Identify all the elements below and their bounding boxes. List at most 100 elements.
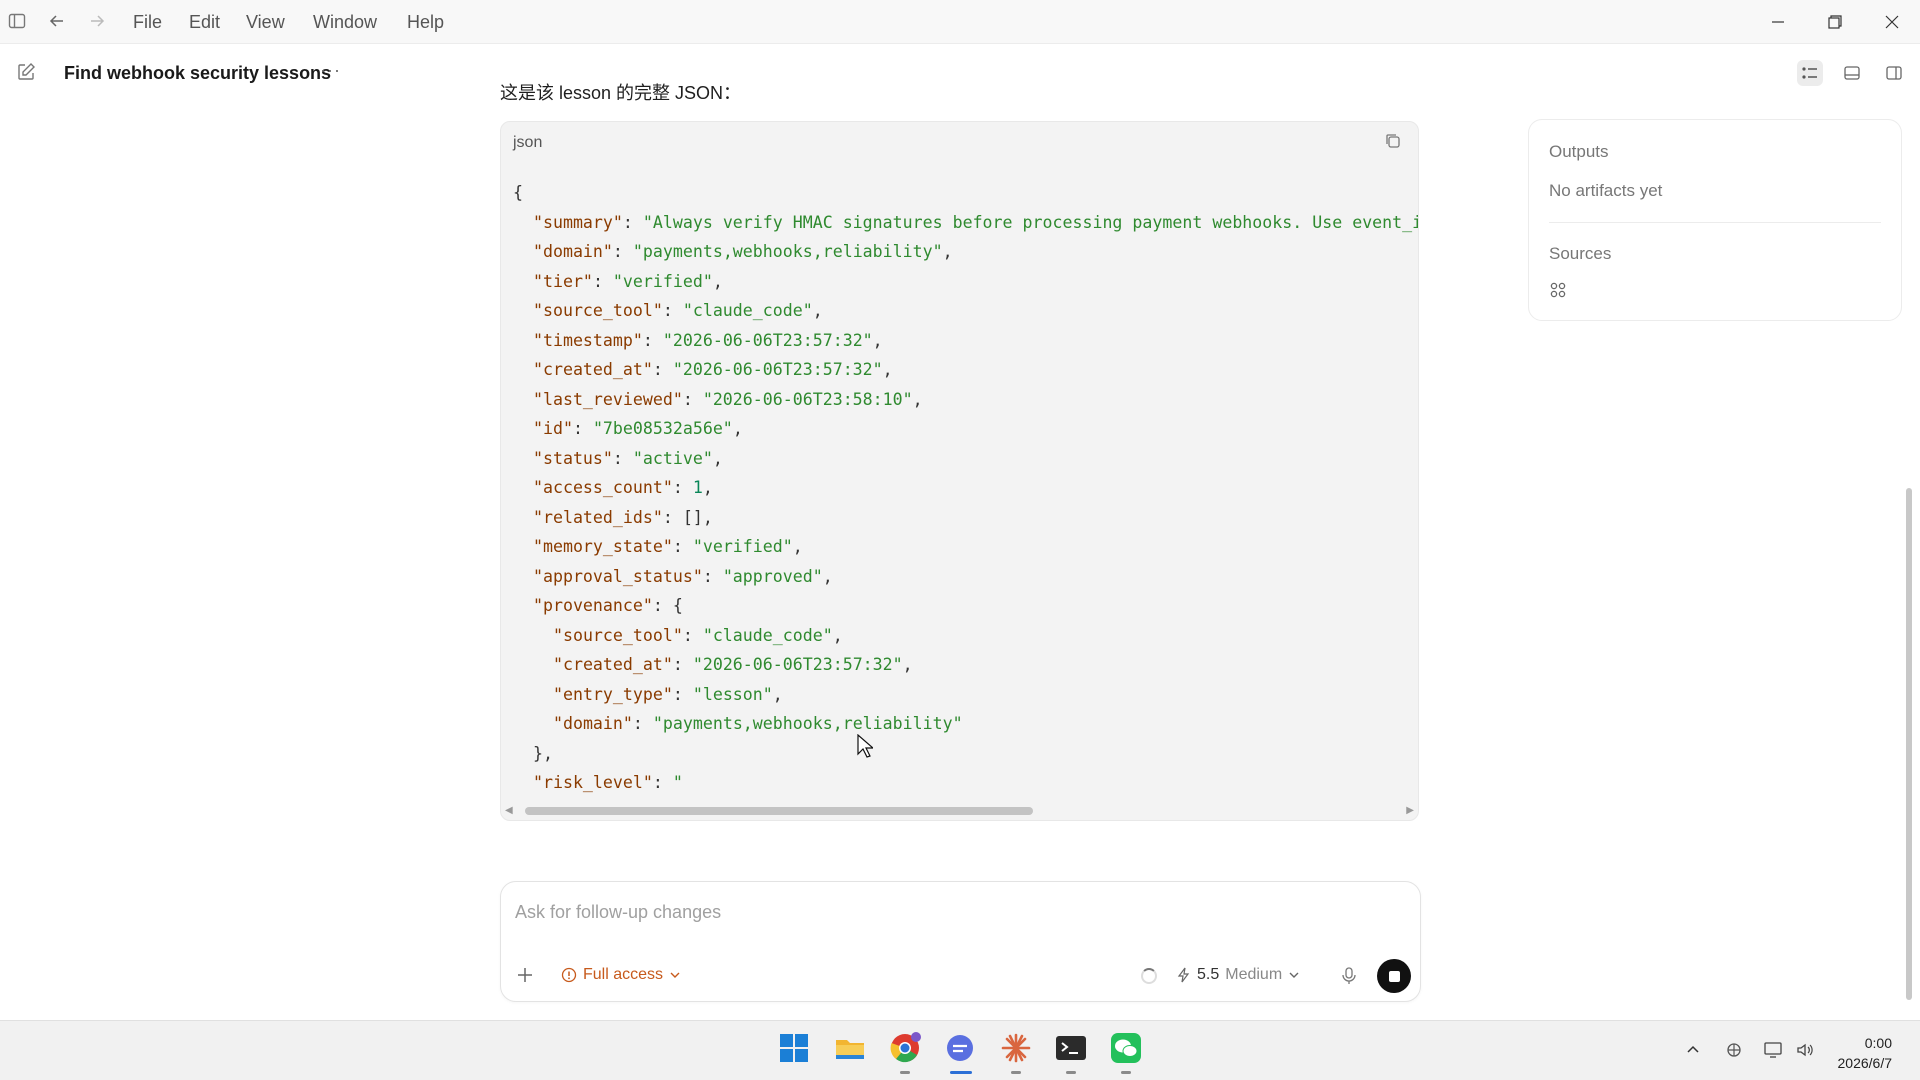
file-explorer-icon[interactable] <box>833 1031 867 1065</box>
running-indicator <box>1011 1071 1021 1074</box>
code-token: : <box>662 301 683 320</box>
code-token: "tier" <box>532 271 593 291</box>
code-language-label: json <box>513 134 543 151</box>
add-attachment-button[interactable] <box>515 964 535 992</box>
menu-view[interactable]: View <box>246 12 285 33</box>
code-token: "verified" <box>692 537 793 556</box>
model-effort: Medium <box>1225 966 1283 983</box>
bottom-panel-icon[interactable] <box>1839 60 1865 86</box>
code-line: "related_ids": [], <box>513 503 1418 533</box>
code-token: "2026-06-06T23:57:32" <box>662 330 873 350</box>
code-line: "summary": "Always verify HMAC signature… <box>513 208 1418 238</box>
divider <box>1549 222 1881 223</box>
warning-circle-icon <box>561 967 577 983</box>
code-line: "timestamp": "2026-06-06T23:57:32", <box>513 326 1418 356</box>
full-access-button[interactable]: Full access <box>561 966 681 984</box>
sources-label: Sources <box>1549 244 1612 263</box>
code-token: "created_at" <box>532 360 653 379</box>
chrome-icon[interactable] <box>888 1031 922 1065</box>
microphone-icon[interactable] <box>1339 966 1359 986</box>
menu-file[interactable]: File <box>133 12 162 33</box>
list-view-icon[interactable] <box>1797 60 1823 86</box>
scrollbar-thumb[interactable] <box>525 807 1033 815</box>
page-scrollbar[interactable] <box>1906 488 1912 1000</box>
clock-time: 0:00 <box>1864 1035 1892 1051</box>
code-token: : <box>622 212 643 232</box>
code-token: "Always verify HMAC signatures before pr… <box>642 212 1418 232</box>
chat-app-icon[interactable] <box>943 1031 977 1065</box>
sources-icon[interactable] <box>1549 281 1567 299</box>
code-line: "domain": "payments,webhooks,reliability… <box>513 709 1418 739</box>
code-content: { "summary": "Always verify HMAC signatu… <box>513 178 1418 798</box>
tray-expand-icon[interactable] <box>1685 1041 1701 1062</box>
code-token: "entry_type" <box>552 684 673 704</box>
active-indicator <box>950 1071 972 1074</box>
more-options-button[interactable]: ··· <box>320 60 341 81</box>
menu-window[interactable]: Window <box>313 12 377 33</box>
stop-generation-button[interactable] <box>1377 959 1411 993</box>
code-token: "risk_level" <box>532 773 653 792</box>
code-line: }, <box>513 739 1418 769</box>
horizontal-scrollbar[interactable]: ◀ ▶ <box>501 802 1418 820</box>
code-token: , <box>832 625 843 645</box>
code-token: "timestamp" <box>532 330 643 350</box>
input-method-icon[interactable] <box>1725 1041 1743 1064</box>
forward-arrow-icon[interactable] <box>86 10 108 32</box>
code-token: "status" <box>532 448 613 468</box>
chevron-down-icon <box>1289 972 1299 978</box>
running-indicator <box>1066 1071 1076 1074</box>
scroll-right-icon[interactable]: ▶ <box>1406 805 1414 816</box>
code-token: "summary" <box>532 212 623 232</box>
claude-icon[interactable] <box>999 1031 1033 1065</box>
minimize-icon[interactable] <box>1763 8 1793 36</box>
code-line: "access_count": 1, <box>513 473 1418 503</box>
code-token: "lesson" <box>692 684 773 704</box>
code-token: : <box>672 655 693 674</box>
code-line: "tier": "verified", <box>513 267 1418 297</box>
wechat-icon[interactable] <box>1109 1031 1143 1065</box>
code-token: : { <box>652 596 683 615</box>
follow-up-input[interactable] <box>515 902 1395 923</box>
code-line: "memory_state": "verified", <box>513 532 1418 562</box>
code-token: "2026-06-06T23:57:32" <box>672 360 883 379</box>
code-token: "claude_code" <box>702 625 833 645</box>
sidebar-toggle-icon[interactable] <box>6 10 28 32</box>
full-access-label: Full access <box>583 966 664 983</box>
outputs-empty-text: No artifacts yet <box>1549 181 1663 200</box>
code-token: : <box>632 714 653 733</box>
scroll-left-icon[interactable]: ◀ <box>505 805 513 816</box>
code-token: , <box>942 242 953 261</box>
code-token: }, <box>532 743 553 763</box>
code-token: "approved" <box>722 566 823 586</box>
system-clock[interactable]: 0:00 2026/6/7 <box>1838 1033 1893 1073</box>
code-token: "access_count" <box>532 478 673 497</box>
copy-icon[interactable] <box>1384 132 1406 154</box>
code-token: : <box>672 478 693 497</box>
code-token: : <box>702 566 723 586</box>
right-panel-icon[interactable] <box>1881 60 1907 86</box>
code-token: 1 <box>692 478 703 497</box>
model-selector-button[interactable]: 5.5 Medium <box>1177 966 1300 984</box>
code-token: "7be08532a56e" <box>592 419 733 438</box>
running-indicator <box>1121 1071 1131 1074</box>
code-line: "id": "7be08532a56e", <box>513 414 1418 444</box>
back-arrow-icon[interactable] <box>46 10 68 32</box>
code-token: "2026-06-06T23:58:10" <box>702 389 913 409</box>
menu-help[interactable]: Help <box>407 12 444 33</box>
code-token: "source_tool" <box>532 301 663 320</box>
code-token: : <box>592 271 613 291</box>
windows-start-icon[interactable] <box>777 1031 811 1065</box>
code-block: json { "summary": "Always verify HMAC si… <box>500 121 1419 821</box>
menu-edit[interactable]: Edit <box>189 12 220 33</box>
terminal-icon[interactable] <box>1054 1031 1088 1065</box>
network-icon[interactable] <box>1763 1041 1783 1064</box>
restore-icon[interactable] <box>1820 8 1850 36</box>
code-line: "source_tool": "claude_code", <box>513 296 1418 326</box>
volume-icon[interactable] <box>1795 1041 1815 1064</box>
code-token: , <box>732 419 743 438</box>
chevron-down-icon <box>670 972 680 978</box>
mouse-cursor-icon <box>857 733 875 758</box>
new-chat-icon[interactable] <box>16 62 38 84</box>
close-icon[interactable] <box>1877 8 1907 36</box>
code-line: "risk_level": " <box>513 768 1418 798</box>
